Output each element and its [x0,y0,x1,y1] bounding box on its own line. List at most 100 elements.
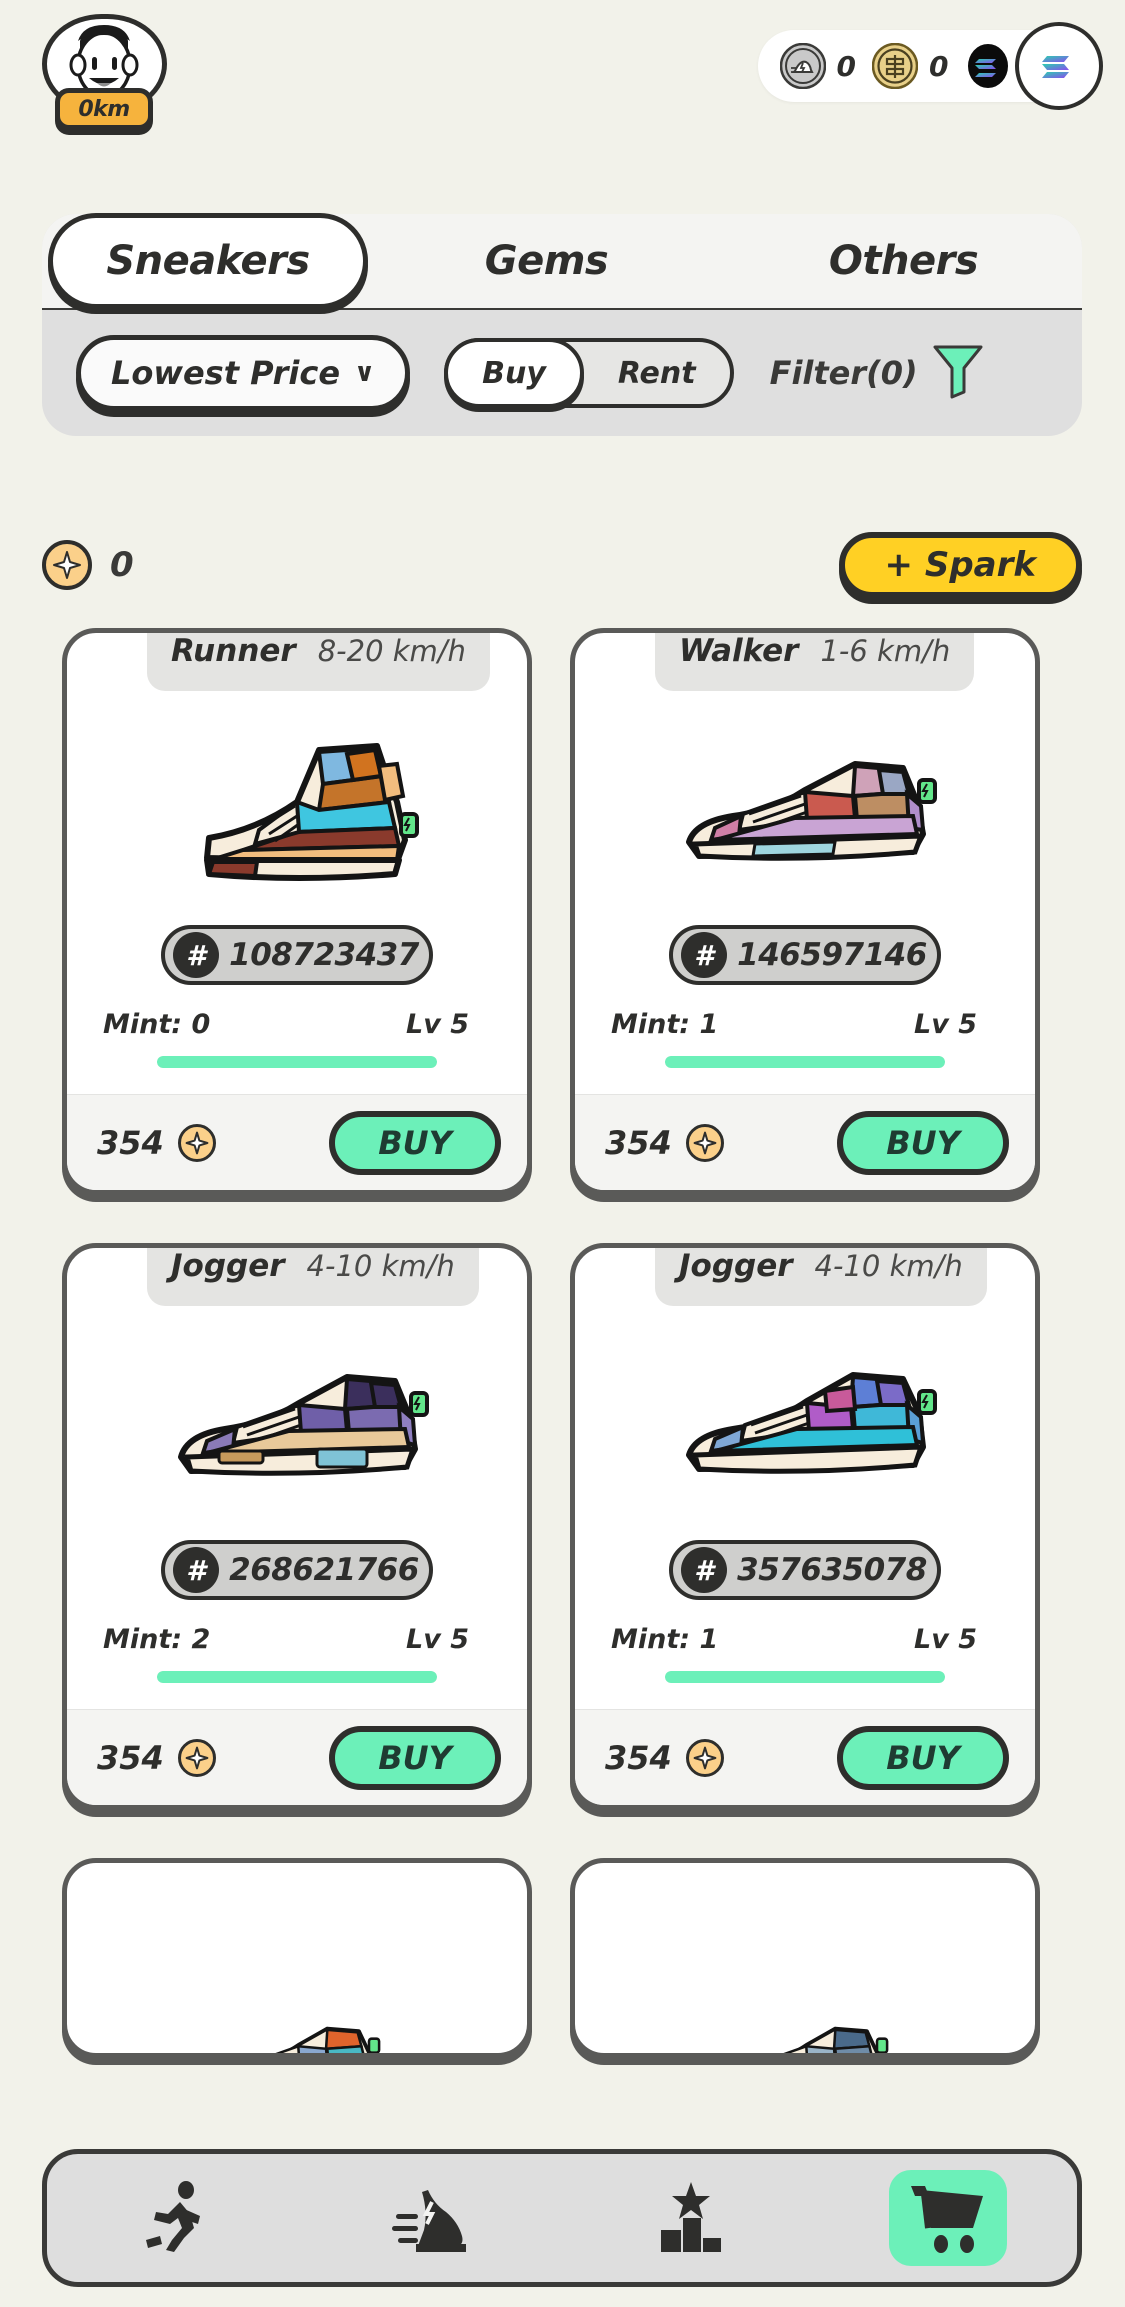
durability-fill [157,1056,437,1068]
chevron-down-icon: ∨ [354,358,376,388]
spark-star-coin-icon [177,1738,216,1777]
mint-count: Mint: 0 [103,1009,211,1040]
listing-card[interactable]: Jogger 4-10 km/h [62,1243,532,1810]
price-value: 354 [97,1123,164,1162]
spark-balance-row: 0 + Spark [42,520,1082,610]
toggle-rent[interactable]: Rent [584,338,730,408]
sneaker-meta: Mint: 0 Lv 5 [67,985,527,1040]
sneaker-meta: Mint: 1 Lv 5 [575,1600,1035,1655]
app-header: 0km 0 0 [0,0,1125,160]
sort-dropdown[interactable]: Lowest Price ∨ [76,335,411,411]
buy-button[interactable]: BUY [329,1725,501,1790]
buy-label: BUY [378,1738,452,1777]
sneaker-image [575,1306,1035,1534]
mint-count: Mint: 2 [103,1624,211,1655]
wallet-item-gst[interactable]: 0 [779,43,857,89]
sneaker-type: Jogger [679,1248,793,1284]
sneaker-level: Lv 5 [406,1009,469,1040]
sneaker-meta: Mint: 2 Lv 5 [67,1600,527,1655]
filter-row: Lowest Price ∨ Buy Rent Filter(0) [42,310,1082,436]
price-value: 354 [97,1738,164,1777]
chain-switch-button[interactable] [1015,22,1103,110]
wallet-item-gmt[interactable]: 0 [872,43,949,89]
add-spark-label: + Spark [884,545,1036,585]
sneaker-meta: Mint: 1 Lv 5 [575,985,1035,1040]
listing-card[interactable]: Runner 8-20 km/h # 108723437 Mint: 0 Lv … [62,628,532,1195]
durability-fill [665,1056,945,1068]
hash-icon: # [681,1547,727,1593]
wallet-amount-gmt: 0 [929,49,949,83]
mint-count: Mint: 1 [611,1009,719,1040]
card-footer: 354 BUY [575,1094,1035,1190]
wallet-amount-gst: 0 [836,49,857,83]
speed-sneaker-icon [392,2190,467,2252]
sneaker-id-pill: # 108723437 [161,925,433,985]
sneaker-image [67,691,527,919]
listing-row-1: Runner 8-20 km/h # 108723437 Mint: 0 Lv … [0,628,1125,1195]
podium-star-icon [660,2182,721,2252]
sneaker-image [67,1306,527,1534]
buy-button[interactable]: BUY [837,1725,1009,1790]
sneaker-image [67,1943,527,2053]
sneaker-id-pill: # 357635078 [669,1540,941,1600]
buy-button[interactable]: BUY [837,1110,1009,1175]
tab-gems-label: Gems [484,238,609,284]
durability-bar [665,1671,945,1683]
filter-count-label[interactable]: Filter(0) [770,354,918,392]
sneaker-level: Lv 5 [914,1009,977,1040]
card-footer: 354 BUY [67,1094,527,1190]
listing-card[interactable] [62,1858,532,2058]
nav-item-rank[interactable] [562,2149,820,2287]
durability-fill [665,1671,945,1683]
spark-star-coin-icon [177,1123,216,1162]
card-header: Walker 1-6 km/h [655,633,975,691]
tab-sneakers-label: Sneakers [106,238,310,284]
spark-star-coin-icon [685,1738,724,1777]
card-header: Runner 8-20 km/h [147,633,490,691]
listing-row-3-partial [0,1858,1125,2058]
nav-item-market[interactable] [820,2149,1078,2287]
card-footer: 354 BUY [67,1709,527,1805]
listing-card[interactable]: Walker 1-6 km/h # 146597146 Mint: 1 Lv 5… [570,628,1040,1195]
tab-gems[interactable]: Gems [368,213,725,309]
funnel-filter-icon[interactable] [932,343,984,403]
bottom-navigation [42,2149,1082,2287]
price-value: 354 [605,1738,672,1777]
buy-button[interactable]: BUY [329,1110,501,1175]
tab-others[interactable]: Others [725,213,1082,309]
gst-sneaker-coin-icon [779,43,826,89]
buy-label: BUY [886,1123,960,1162]
sneaker-id: 146597146 [737,937,927,973]
sort-label: Lowest Price [111,354,341,392]
listing-card[interactable] [570,1858,1040,2058]
tab-sneakers[interactable]: Sneakers [48,213,368,309]
durability-bar [665,1056,945,1068]
avatar-group[interactable]: 0km [42,14,167,146]
buy-label: BUY [886,1738,960,1777]
category-tabs: Sneakers Gems Others [42,213,1082,310]
sneaker-id: 357635078 [737,1552,927,1588]
durability-bar [157,1056,437,1068]
sneaker-id: 268621766 [229,1552,419,1588]
toggle-buy-label: Buy [482,355,546,391]
buy-rent-toggle[interactable]: Buy Rent [444,338,734,408]
listing-card[interactable]: Jogger 4-10 km/h [570,1243,1040,1810]
sneaker-image [575,691,1035,919]
card-header: Jogger 4-10 km/h [655,1248,987,1306]
hash-icon: # [173,1547,219,1593]
sneaker-id-pill: # 146597146 [669,925,941,985]
nav-item-shoes[interactable] [305,2149,563,2287]
sneaker-id: 108723437 [229,937,419,973]
add-spark-button[interactable]: + Spark [838,532,1082,598]
spark-star-coin-icon [42,540,92,590]
running-person-icon [145,2181,200,2252]
toggle-buy[interactable]: Buy [444,338,584,408]
sneaker-id-pill: # 268621766 [161,1540,433,1600]
nav-item-move[interactable] [47,2149,305,2287]
shopping-cart-icon [911,2186,984,2253]
spark-balance: 0 [110,545,134,585]
market-controls-panel: Sneakers Gems Others Lowest Price ∨ Buy … [42,213,1082,436]
hash-icon: # [681,932,727,978]
solana-logo-icon [1042,56,1069,78]
nav-active-indicator [889,2170,1008,2266]
